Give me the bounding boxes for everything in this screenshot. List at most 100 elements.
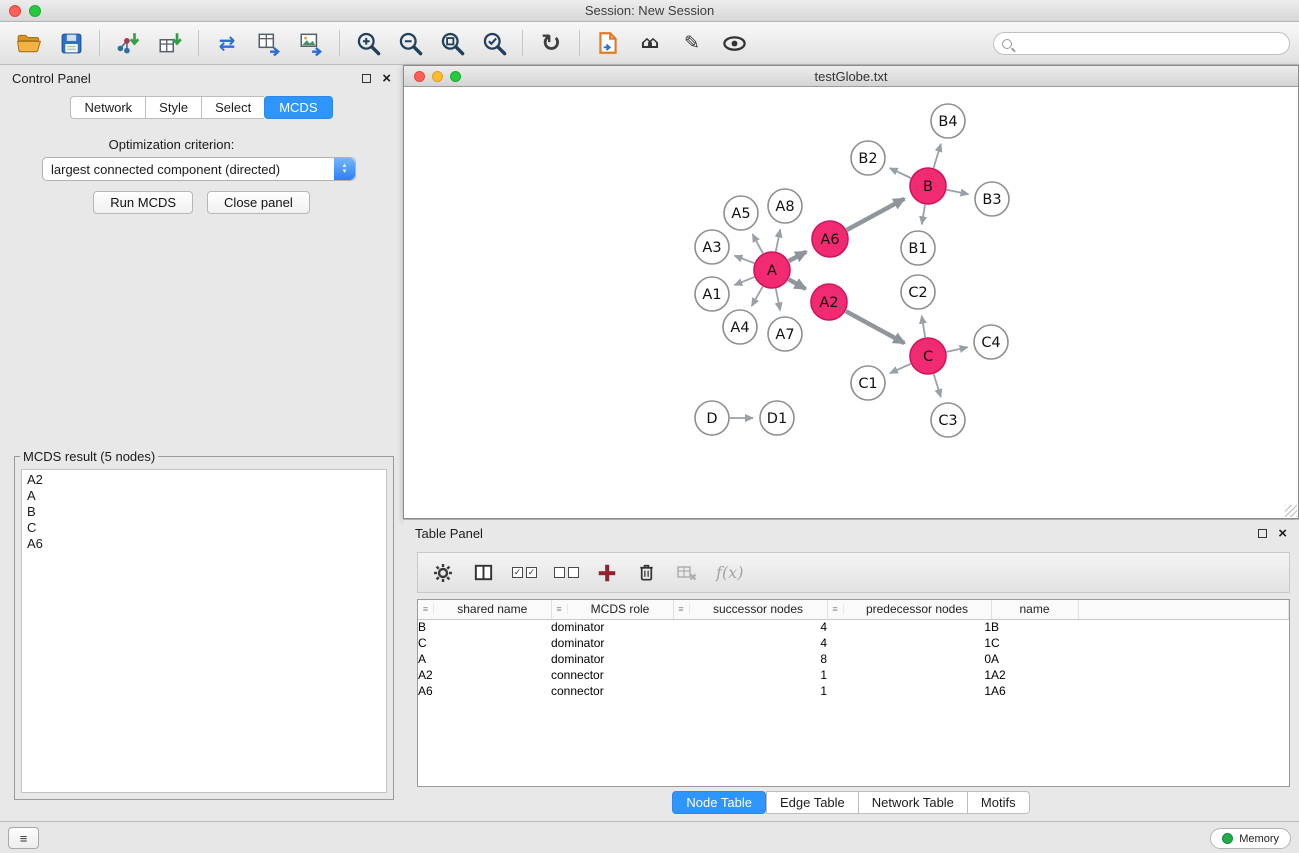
graph-node-B4[interactable]: B4 (931, 104, 965, 138)
table-row[interactable]: A2connector11A2 (418, 667, 1289, 683)
close-window-button[interactable] (9, 5, 21, 17)
table-row[interactable]: Cdominator41C (418, 635, 1289, 651)
mcds-result-item[interactable]: A (27, 488, 381, 504)
graph-edge-A-A6[interactable] (789, 252, 806, 261)
network-minimize-button[interactable] (432, 71, 443, 82)
save-session-button[interactable] (50, 25, 92, 61)
open-session-button[interactable] (8, 25, 50, 61)
column-header-mcds-role[interactable]: ≡ MCDS role (551, 600, 673, 619)
graph-node-A6[interactable]: A6 (812, 221, 848, 257)
tab-motifs[interactable]: Motifs (967, 791, 1030, 814)
global-search-box[interactable] (993, 32, 1290, 55)
network-zoom-button[interactable] (450, 71, 461, 82)
show-graphics-details-button[interactable] (713, 25, 755, 61)
graph-edge-A-A3[interactable] (734, 256, 754, 264)
sort-icon[interactable]: ≡ (828, 604, 844, 614)
sort-icon[interactable]: ≡ (674, 604, 690, 614)
graph-node-C2[interactable]: C2 (901, 275, 935, 309)
graph-edge-B-B2[interactable] (890, 168, 911, 178)
sort-icon[interactable]: ≡ (552, 604, 568, 614)
graph-node-B1[interactable]: B1 (901, 231, 935, 265)
tab-select[interactable]: Select (201, 96, 264, 119)
graph-node-C[interactable]: C (910, 338, 946, 374)
graph-edge-B-B1[interactable] (922, 205, 925, 225)
graph-edge-A6-B[interactable] (847, 199, 905, 230)
graph-node-B3[interactable]: B3 (975, 182, 1009, 216)
delete-table-button[interactable] (675, 561, 699, 585)
show-columns-button[interactable] (472, 561, 495, 584)
optimization-criterion-select[interactable]: largest connected component (directed) ▴… (42, 157, 356, 181)
export-image-button[interactable] (290, 25, 332, 61)
graph-edge-A-A1[interactable] (734, 277, 754, 285)
float-table-panel-icon[interactable] (1258, 529, 1267, 538)
home-button[interactable]: ⌂⌂ (629, 25, 671, 61)
close-panel-button[interactable]: Close panel (207, 191, 310, 214)
graph-edge-A-A8[interactable] (776, 230, 780, 252)
graph-node-A2[interactable]: A2 (811, 284, 847, 320)
column-header-successor-nodes[interactable]: ≡ successor nodes (673, 600, 827, 619)
mcds-result-item[interactable]: A6 (27, 536, 381, 552)
graph-node-B[interactable]: B (910, 168, 946, 204)
memory-button[interactable]: Memory (1210, 828, 1291, 849)
graph-node-C3[interactable]: C3 (931, 403, 965, 437)
run-mcds-button[interactable]: Run MCDS (93, 191, 193, 214)
annotation-pen-button[interactable]: ✎ (671, 25, 713, 61)
tab-network[interactable]: Network (70, 96, 145, 119)
apply-function-button[interactable]: f(x) (716, 563, 743, 582)
mcds-result-list[interactable]: A2ABCA6 (21, 469, 387, 793)
graph-edge-C-C2[interactable] (922, 316, 925, 338)
table-row[interactable]: Bdominator41B (418, 619, 1289, 635)
import-network-button[interactable] (107, 25, 149, 61)
tab-edge-table[interactable]: Edge Table (766, 791, 858, 814)
node-table[interactable]: ≡ shared name ≡ MCDS role ≡ successor no… (417, 599, 1290, 787)
network-window-titlebar[interactable]: testGlobe.txt (404, 66, 1298, 87)
add-column-button[interactable] (596, 562, 618, 584)
delete-column-button[interactable] (635, 561, 658, 584)
select-all-columns-button[interactable]: ✓ ✓ (512, 567, 537, 578)
graph-edge-A-A4[interactable] (752, 287, 763, 307)
tab-mcds[interactable]: MCDS (264, 96, 332, 119)
tab-node-table[interactable]: Node Table (672, 791, 766, 814)
graph-edge-A-A7[interactable] (776, 289, 780, 311)
close-table-panel-icon[interactable]: × (1278, 526, 1287, 541)
graph-edge-A-A5[interactable] (753, 234, 763, 253)
import-table-button[interactable] (149, 25, 191, 61)
column-header-shared-name[interactable]: ≡ shared name (418, 600, 551, 619)
deselect-all-columns-button[interactable]: ✓ ✓ (554, 567, 579, 578)
graph-node-A1[interactable]: A1 (695, 277, 729, 311)
graph-node-C1[interactable]: C1 (851, 366, 885, 400)
tab-network-table[interactable]: Network Table (858, 791, 967, 814)
zoom-selected-button[interactable] (473, 25, 515, 61)
network-canvas[interactable]: B4B2BB3A8A5A6A3B1AC2A1A2A4A7C4CC1C3DD1 (404, 87, 1298, 518)
graph-node-A[interactable]: A (754, 252, 790, 288)
graph-node-A7[interactable]: A7 (768, 317, 802, 351)
table-row[interactable]: Adominator80A (418, 651, 1289, 667)
column-header-name[interactable]: name (991, 600, 1078, 619)
refresh-button[interactable]: ↻ (530, 25, 572, 61)
graph-edge-C-C3[interactable] (934, 374, 941, 397)
zoom-in-button[interactable] (347, 25, 389, 61)
graph-edge-C-C4[interactable] (947, 347, 968, 352)
new-network-button[interactable]: ⇄ (206, 25, 248, 61)
zoom-window-button[interactable] (29, 5, 41, 17)
zoom-fit-button[interactable] (431, 25, 473, 61)
graph-node-A5[interactable]: A5 (724, 196, 758, 230)
float-panel-icon[interactable] (362, 74, 371, 83)
close-panel-icon[interactable]: × (382, 71, 391, 86)
mcds-result-item[interactable]: B (27, 504, 381, 520)
table-row[interactable]: A6connector11A6 (418, 683, 1289, 699)
graph-node-C4[interactable]: C4 (974, 325, 1008, 359)
window-resize-grip[interactable] (1285, 505, 1297, 517)
graph-edge-B-B3[interactable] (947, 190, 969, 194)
graph-node-A8[interactable]: A8 (768, 189, 802, 223)
zoom-out-button[interactable] (389, 25, 431, 61)
tab-style[interactable]: Style (145, 96, 201, 119)
graph-node-A4[interactable]: A4 (723, 310, 757, 344)
graph-edge-A2-C[interactable] (846, 311, 905, 343)
graph-node-B2[interactable]: B2 (851, 141, 885, 175)
graph-node-D1[interactable]: D1 (760, 401, 794, 435)
sort-icon[interactable]: ≡ (418, 604, 434, 614)
mcds-result-item[interactable]: A2 (27, 472, 381, 488)
graph-node-A3[interactable]: A3 (695, 230, 729, 264)
task-history-button[interactable]: ≡ (8, 827, 39, 849)
